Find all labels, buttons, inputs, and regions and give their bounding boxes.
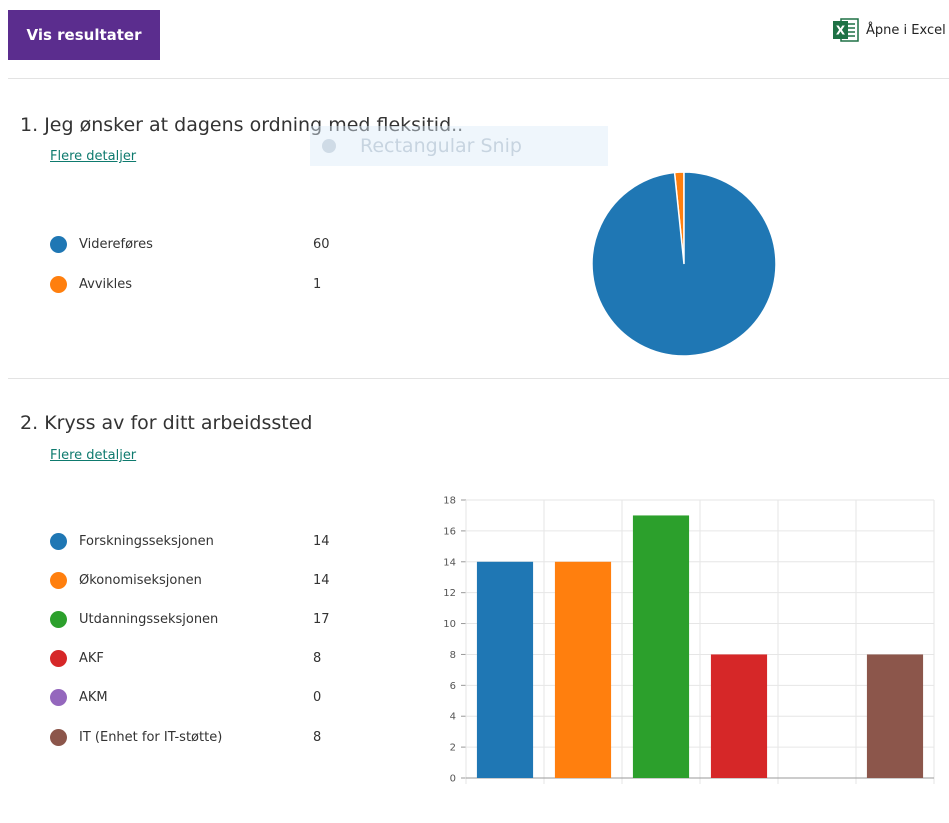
legend-dot — [50, 728, 67, 746]
legend-dot — [50, 610, 67, 628]
legend-count: 8 — [313, 729, 322, 745]
open-in-excel-link[interactable]: X Åpne i Excel — [832, 16, 946, 44]
header-divider — [8, 78, 949, 79]
legend-item-okonomiseksjonen: Økonomiseksjonen 14 — [50, 569, 353, 591]
rectangular-snip-overlay: Rectangular Snip — [310, 126, 608, 166]
legend-dot — [50, 649, 67, 667]
legend-item-avvikles: Avvikles 1 — [50, 273, 353, 295]
legend-label: Videreføres — [79, 236, 153, 252]
y-tick-label: 16 — [443, 526, 456, 537]
svg-text:X: X — [836, 24, 846, 38]
bar-3[interactable] — [710, 654, 768, 778]
y-tick-label: 6 — [450, 681, 456, 692]
bar-chart: 0 2 4 6 8 10 12 14 16 18 — [443, 496, 935, 785]
results-header: Vis resultater X Åpne i Excel — [0, 0, 949, 78]
question-divider — [8, 378, 949, 379]
legend-count: 14 — [313, 533, 330, 549]
show-results-button[interactable]: Vis resultater — [8, 10, 160, 60]
pie-slice-viderefores[interactable] — [591, 171, 777, 357]
bar-1[interactable] — [554, 561, 612, 778]
legend-item-it: IT (Enhet for IT-støtte) 8 — [50, 726, 353, 748]
y-tick-label: 10 — [443, 619, 456, 630]
legend-count: 1 — [313, 276, 322, 292]
legend-item-akf: AKF 8 — [50, 647, 353, 669]
bar-5[interactable] — [866, 654, 924, 778]
question-1-number: 1. — [20, 114, 39, 136]
question-1-details-link[interactable]: Flere detaljer — [50, 149, 136, 164]
legend-item-forskningsseksjonen: Forskningsseksjonen 14 — [50, 530, 353, 552]
legend-dot — [50, 235, 67, 253]
legend-count: 0 — [313, 689, 322, 705]
y-tick-label: 18 — [443, 496, 456, 507]
legend-dot — [50, 688, 67, 706]
y-tick-label: 8 — [450, 650, 456, 661]
question-2-number: 2. — [20, 412, 39, 434]
legend-dot — [50, 275, 67, 293]
question-2-title: 2. Kryss av for ditt arbeidssted — [20, 412, 312, 434]
legend-label: Økonomiseksjonen — [79, 572, 202, 588]
bar-0[interactable] — [476, 561, 534, 778]
legend-count: 17 — [313, 611, 330, 627]
legend-item-utdanningsseksjonen: Utdanningsseksjonen 17 — [50, 608, 353, 630]
legend-label: Forskningsseksjonen — [79, 533, 214, 549]
y-tick-label: 2 — [450, 743, 456, 754]
open-in-excel-label: Åpne i Excel — [866, 22, 946, 38]
legend-count: 14 — [313, 572, 330, 588]
question-2-details-link[interactable]: Flere detaljer — [50, 448, 136, 463]
snip-icon — [322, 139, 336, 153]
bar-2[interactable] — [632, 515, 690, 778]
legend-label: IT (Enhet for IT-støtte) — [79, 729, 223, 745]
legend-label: AKM — [79, 689, 108, 705]
legend-count: 8 — [313, 650, 322, 666]
legend-dot — [50, 571, 67, 589]
y-tick-label: 4 — [450, 712, 456, 723]
y-tick-label: 12 — [443, 588, 456, 599]
y-tick-label: 0 — [450, 774, 456, 785]
legend-dot — [50, 532, 67, 550]
legend-label: AKF — [79, 650, 104, 666]
snip-label: Rectangular Snip — [360, 135, 522, 157]
legend-item-viderefores: Videreføres 60 — [50, 233, 353, 255]
question-2-text: Kryss av for ditt arbeidssted — [44, 412, 313, 434]
excel-icon: X — [833, 18, 859, 42]
legend-count: 60 — [313, 236, 330, 252]
legend-label: Avvikles — [79, 276, 133, 292]
pie-chart — [591, 171, 777, 357]
y-tick-label: 14 — [443, 557, 456, 568]
legend-label: Utdanningsseksjonen — [79, 611, 219, 627]
legend-item-akm: AKM 0 — [50, 686, 353, 708]
